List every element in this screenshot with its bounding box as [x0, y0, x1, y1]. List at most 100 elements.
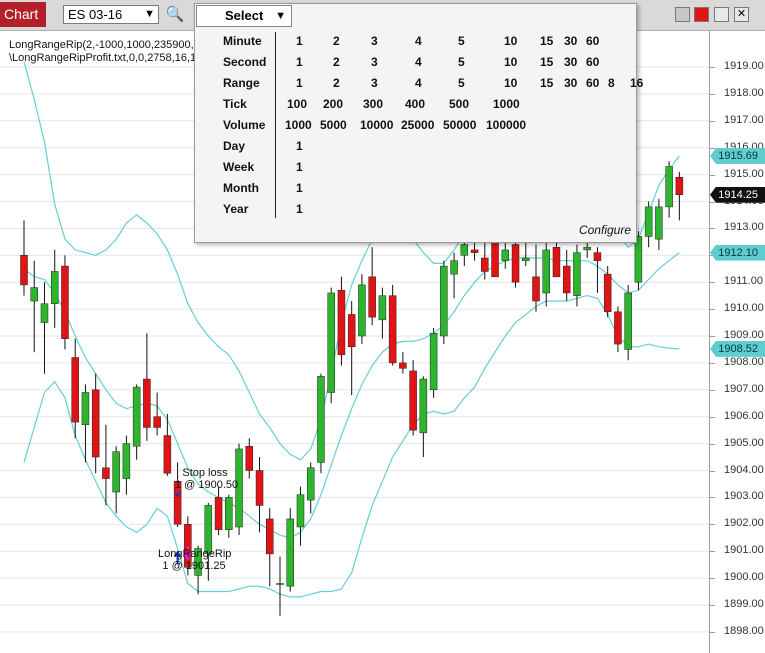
candle-body: [522, 257, 530, 261]
interval-option[interactable]: 400: [405, 97, 425, 111]
interval-option[interactable]: 1: [296, 202, 303, 216]
interval-select[interactable]: Select ▼: [196, 5, 292, 27]
candle-body: [634, 236, 643, 283]
candle-body: [61, 265, 69, 339]
entry-label: LongRangeRip 1 @ 1901.25: [158, 548, 231, 572]
interval-option[interactable]: 10000: [360, 118, 393, 132]
candle-body: [368, 276, 376, 318]
interval-option[interactable]: 3: [371, 76, 378, 90]
candle-body: [378, 295, 387, 321]
price-tick-label: 1910.00: [724, 302, 764, 315]
interval-option[interactable]: 2: [333, 76, 340, 90]
chart-tab[interactable]: Chart: [0, 2, 46, 27]
maximize-icon[interactable]: [714, 7, 729, 22]
interval-option[interactable]: 30: [564, 76, 577, 90]
interval-option[interactable]: 1: [296, 55, 303, 69]
candle-body: [552, 246, 561, 278]
interval-option[interactable]: 4: [415, 76, 422, 90]
interval-option[interactable]: 1: [296, 76, 303, 90]
interval-option[interactable]: 50000: [443, 118, 476, 132]
candle-body: [419, 378, 428, 434]
interval-option[interactable]: 10: [504, 34, 517, 48]
candle-body: [50, 271, 59, 304]
interval-select-label: Select: [225, 8, 264, 23]
interval-option[interactable]: 5: [458, 55, 465, 69]
interval-option[interactable]: 16: [630, 76, 643, 90]
interval-option[interactable]: 1: [296, 139, 303, 153]
interval-option[interactable]: 1: [296, 160, 303, 174]
interval-option[interactable]: 25000: [401, 118, 434, 132]
minimize-icon[interactable]: [675, 7, 690, 22]
interval-option[interactable]: 15: [540, 55, 553, 69]
interval-option[interactable]: 5: [458, 76, 465, 90]
interval-option[interactable]: 4: [415, 55, 422, 69]
price-tick-mark: [710, 201, 715, 203]
instrument-selector[interactable]: ES 03-16 ▼: [63, 5, 159, 24]
price-tick-label: 1906.00: [724, 409, 764, 422]
interval-option[interactable]: 10: [504, 55, 517, 69]
candle-body: [491, 238, 499, 278]
interval-option[interactable]: 1000: [493, 97, 520, 111]
candle-body: [71, 357, 79, 423]
interval-option[interactable]: 10: [504, 76, 517, 90]
interval-menu: Select ▼ Configure Minute 1 2 3 4 5 10 15 30 60 Se…: [194, 3, 643, 243]
interval-option[interactable]: 1000: [285, 118, 312, 132]
interval-option[interactable]: 5000: [320, 118, 347, 132]
candle-body: [337, 290, 346, 356]
interval-option[interactable]: 30: [564, 34, 577, 48]
interval-option[interactable]: 1: [296, 34, 303, 48]
price-tick-mark: [710, 443, 715, 445]
price-tick-mark: [710, 605, 715, 606]
candle-body: [450, 260, 458, 275]
configure-link[interactable]: Configure: [579, 223, 631, 237]
price-tick-mark: [710, 362, 715, 364]
price-tick-label: 1919.00: [724, 60, 764, 72]
interval-option[interactable]: 100: [287, 97, 307, 111]
interval-option[interactable]: 1: [296, 181, 303, 195]
interval-option[interactable]: 300: [363, 97, 383, 111]
interval-row-week: Week: [223, 160, 255, 174]
search-icon[interactable]: 🔍: [165, 5, 185, 25]
price-tick-mark: [710, 389, 715, 391]
candle-body: [460, 244, 469, 256]
interval-row-second: Second: [223, 55, 267, 69]
interval-row-range: Range: [223, 76, 260, 90]
close-icon[interactable]: ✕: [734, 7, 749, 22]
candle-body: [562, 265, 571, 294]
candle-body: [481, 257, 489, 272]
interval-row-month: Month: [223, 181, 259, 195]
interval-option[interactable]: 15: [540, 76, 553, 90]
candle-body: [624, 292, 632, 350]
price-tick-mark: [710, 228, 715, 230]
price-tick-mark: [710, 282, 715, 284]
interval-option[interactable]: 15: [540, 34, 553, 48]
interval-option[interactable]: 60: [586, 76, 599, 90]
chevron-down-icon: ▼: [144, 8, 155, 20]
price-tick-mark: [710, 497, 715, 499]
interval-option[interactable]: 2: [333, 55, 340, 69]
interval-option[interactable]: 3: [371, 34, 378, 48]
interval-option[interactable]: 60: [586, 34, 599, 48]
candle-body: [542, 249, 550, 294]
interval-option[interactable]: 200: [323, 97, 343, 111]
strategy-label: LongRangeRip(2,-1000,1000,235900,12: [9, 39, 206, 51]
close-red-icon[interactable]: [694, 7, 709, 22]
interval-option[interactable]: 3: [371, 55, 378, 69]
interval-option[interactable]: 2: [333, 34, 340, 48]
interval-option[interactable]: 60: [586, 55, 599, 69]
interval-option[interactable]: 100000: [486, 118, 526, 132]
interval-option[interactable]: 500: [449, 97, 469, 111]
candle-body: [102, 467, 110, 479]
price-tick-label: 1898.00: [724, 624, 764, 637]
interval-option[interactable]: 8: [608, 76, 615, 90]
candle-body: [286, 518, 294, 587]
interval-option[interactable]: 30: [564, 55, 577, 69]
price-tick-mark: [710, 631, 715, 633]
interval-row-tick: Tick: [223, 97, 247, 111]
price-axis[interactable]: 1919.001918.001917.001916.001915.001914.…: [709, 31, 765, 653]
interval-option[interactable]: 4: [415, 34, 422, 48]
price-tick-label: 1902.00: [724, 517, 764, 530]
interval-option[interactable]: 5: [458, 34, 465, 48]
price-tick-label: 1905.00: [724, 436, 764, 449]
price-tick-label: 1909.00: [724, 329, 764, 341]
